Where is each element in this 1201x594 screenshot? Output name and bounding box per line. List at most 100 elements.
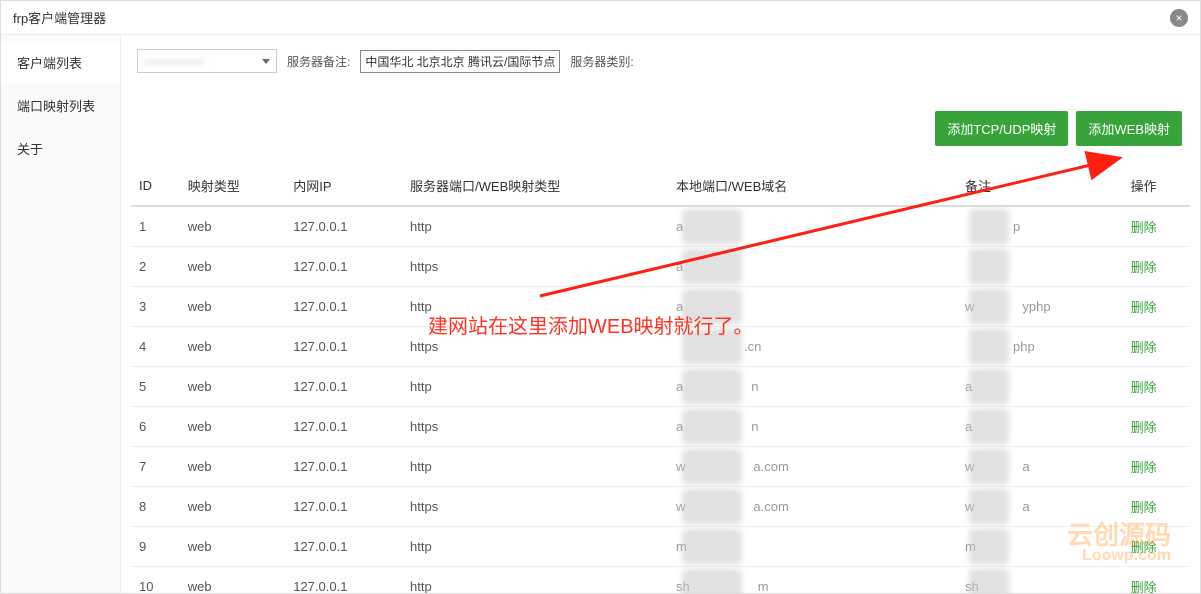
sidebar-item-port-mapping[interactable]: 端口映射列表 (1, 84, 120, 127)
cell-id: 7 (131, 447, 180, 487)
sidebar-item-about[interactable]: 关于 (1, 127, 120, 170)
add-web-button[interactable]: 添加WEB映射 (1076, 111, 1182, 146)
th-port: 服务器端口/WEB映射类型 (402, 166, 668, 206)
sidebar-item-label: 客户端列表 (17, 56, 82, 71)
cell-domain: an (668, 407, 957, 447)
cell-type: web (180, 287, 285, 327)
cell-op: 删除 (1123, 567, 1190, 594)
cell-type: web (180, 487, 285, 527)
cell-domain: an (668, 367, 957, 407)
cell-type: web (180, 247, 285, 287)
cell-port: https (402, 327, 668, 367)
mapping-table: ID 映射类型 内网IP 服务器端口/WEB映射类型 本地端口/WEB域名 备注… (131, 166, 1190, 593)
cell-domain: shm (668, 567, 957, 594)
cell-port: http (402, 367, 668, 407)
cell-note: p (957, 206, 1123, 247)
cell-ip: 127.0.0.1 (285, 407, 402, 447)
delete-link[interactable]: 删除 (1131, 460, 1157, 475)
cell-ip: 127.0.0.1 (285, 567, 402, 594)
delete-link[interactable]: 删除 (1131, 540, 1157, 555)
action-bar: 添加TCP/UDP映射 添加WEB映射 (121, 83, 1200, 166)
cell-type: web (180, 527, 285, 567)
delete-link[interactable]: 删除 (1131, 580, 1157, 593)
cell-note: m (957, 527, 1123, 567)
cell-note: php (957, 327, 1123, 367)
cell-note (957, 247, 1123, 287)
delete-link[interactable]: 删除 (1131, 220, 1157, 235)
cell-id: 8 (131, 487, 180, 527)
cell-ip: 127.0.0.1 (285, 447, 402, 487)
th-domain: 本地端口/WEB域名 (668, 166, 957, 206)
cell-ip: 127.0.0.1 (285, 206, 402, 247)
table-row: 1web127.0.0.1httpap删除 (131, 206, 1190, 247)
cell-id: 2 (131, 247, 180, 287)
cell-domain: a (668, 206, 957, 247)
cell-op: 删除 (1123, 527, 1190, 567)
cell-id: 1 (131, 206, 180, 247)
delete-link[interactable]: 删除 (1131, 420, 1157, 435)
cell-ip: 127.0.0.1 (285, 287, 402, 327)
sidebar: 客户端列表 端口映射列表 关于 (1, 35, 121, 593)
table-row: 6web127.0.0.1httpsana删除 (131, 407, 1190, 447)
main: ————— 服务器备注: 中国华北 北京北京 腾讯云/国际节点 服务器类别: 添… (121, 35, 1200, 593)
table-row: 10web127.0.0.1httpshmsh删除 (131, 567, 1190, 594)
cell-domain: m (668, 527, 957, 567)
server-select[interactable]: ————— (137, 49, 277, 73)
cell-ip: 127.0.0.1 (285, 527, 402, 567)
delete-link[interactable]: 删除 (1131, 380, 1157, 395)
cell-port: http (402, 206, 668, 247)
cell-id: 4 (131, 327, 180, 367)
sidebar-item-label: 端口映射列表 (17, 99, 95, 114)
cell-id: 3 (131, 287, 180, 327)
cell-ip: 127.0.0.1 (285, 247, 402, 287)
cell-op: 删除 (1123, 487, 1190, 527)
delete-link[interactable]: 删除 (1131, 260, 1157, 275)
add-tcp-udp-button[interactable]: 添加TCP/UDP映射 (935, 111, 1068, 146)
cell-note: wa (957, 447, 1123, 487)
cell-ip: 127.0.0.1 (285, 487, 402, 527)
cell-note: a (957, 367, 1123, 407)
server-type-label: 服务器类别: (570, 53, 633, 70)
app-window: frp客户端管理器 × 客户端列表 端口映射列表 关于 ————— 服务器备注:… (0, 0, 1201, 594)
cell-type: web (180, 447, 285, 487)
cell-id: 5 (131, 367, 180, 407)
cell-ip: 127.0.0.1 (285, 367, 402, 407)
body: 客户端列表 端口映射列表 关于 ————— 服务器备注: 中国华北 北京北京 腾… (1, 35, 1200, 593)
cell-op: 删除 (1123, 287, 1190, 327)
cell-op: 删除 (1123, 206, 1190, 247)
window-title: frp客户端管理器 (13, 8, 106, 27)
delete-link[interactable]: 删除 (1131, 340, 1157, 355)
cell-port: https (402, 247, 668, 287)
server-select-value: ————— (144, 54, 204, 68)
cell-id: 9 (131, 527, 180, 567)
delete-link[interactable]: 删除 (1131, 500, 1157, 515)
table-row: 8web127.0.0.1httpswa.comwa删除 (131, 487, 1190, 527)
cell-op: 删除 (1123, 407, 1190, 447)
mapping-table-wrap: ID 映射类型 内网IP 服务器端口/WEB映射类型 本地端口/WEB域名 备注… (121, 166, 1200, 593)
th-type: 映射类型 (180, 166, 285, 206)
cell-port: http (402, 527, 668, 567)
table-row: 3web127.0.0.1httpawyphp删除 (131, 287, 1190, 327)
table-row: 4web127.0.0.1https.cnphp 删除 (131, 327, 1190, 367)
toolbar: ————— 服务器备注: 中国华北 北京北京 腾讯云/国际节点 服务器类别: (121, 35, 1200, 83)
cell-note: wa (957, 487, 1123, 527)
delete-link[interactable]: 删除 (1131, 300, 1157, 315)
table-row: 9web127.0.0.1httpmm删除 (131, 527, 1190, 567)
cell-type: web (180, 327, 285, 367)
server-note-label: 服务器备注: (287, 53, 350, 70)
cell-domain: .cn (668, 327, 957, 367)
table-row: 7web127.0.0.1httpwa.comwa删除 (131, 447, 1190, 487)
th-note: 备注 (957, 166, 1123, 206)
cell-note: sh (957, 567, 1123, 594)
close-icon[interactable]: × (1170, 9, 1188, 27)
cell-port: http (402, 287, 668, 327)
cell-port: http (402, 567, 668, 594)
cell-op: 删除 (1123, 247, 1190, 287)
cell-port: https (402, 487, 668, 527)
cell-id: 6 (131, 407, 180, 447)
sidebar-item-clients[interactable]: 客户端列表 (1, 41, 120, 84)
cell-port: https (402, 407, 668, 447)
cell-ip: 127.0.0.1 (285, 327, 402, 367)
th-op: 操作 (1123, 166, 1190, 206)
cell-domain: wa.com (668, 447, 957, 487)
